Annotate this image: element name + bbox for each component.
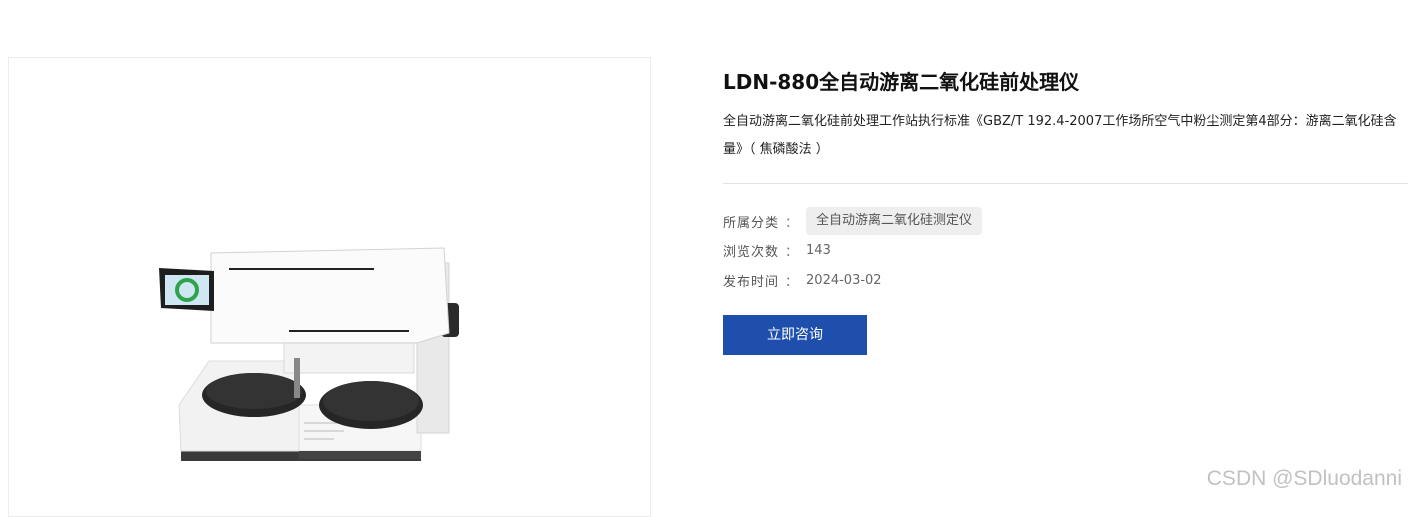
date-row: 发布时间 ： 2024-03-02 <box>723 265 882 295</box>
views-label: 浏览次数 <box>723 244 780 260</box>
divider <box>723 183 1408 184</box>
consult-button[interactable]: 立即咨询 <box>723 315 867 355</box>
date-separator: ： <box>785 274 799 290</box>
publish-date: 2024-03-02 <box>806 272 882 288</box>
views-count: 143 <box>806 242 831 258</box>
views-separator: ： <box>785 244 799 260</box>
watermark: CSDN @SDluodanni <box>1206 467 1402 490</box>
category-label: 所属分类 <box>723 215 780 231</box>
lab-instrument-image <box>159 247 459 461</box>
date-label: 发布时间 <box>723 274 780 290</box>
product-image-panel <box>8 57 651 517</box>
product-title: LDN-880全自动游离二氧化硅前处理仪 <box>723 70 1080 94</box>
product-info-panel: LDN-880全自动游离二氧化硅前处理仪 全自动游离二氧化硅前处理工作站执行标准… <box>723 0 1408 503</box>
category-tag[interactable]: 全自动游离二氧化硅测定仪 <box>806 207 983 235</box>
product-description: 全自动游离二氧化硅前处理工作站执行标准《GBZ/T 192.4-2007工作场所… <box>723 114 1397 157</box>
category-row: 所属分类 ： 全自动游离二氧化硅测定仪 <box>723 206 983 236</box>
views-row: 浏览次数 ： 143 <box>723 235 831 265</box>
category-separator: ： <box>785 215 799 231</box>
